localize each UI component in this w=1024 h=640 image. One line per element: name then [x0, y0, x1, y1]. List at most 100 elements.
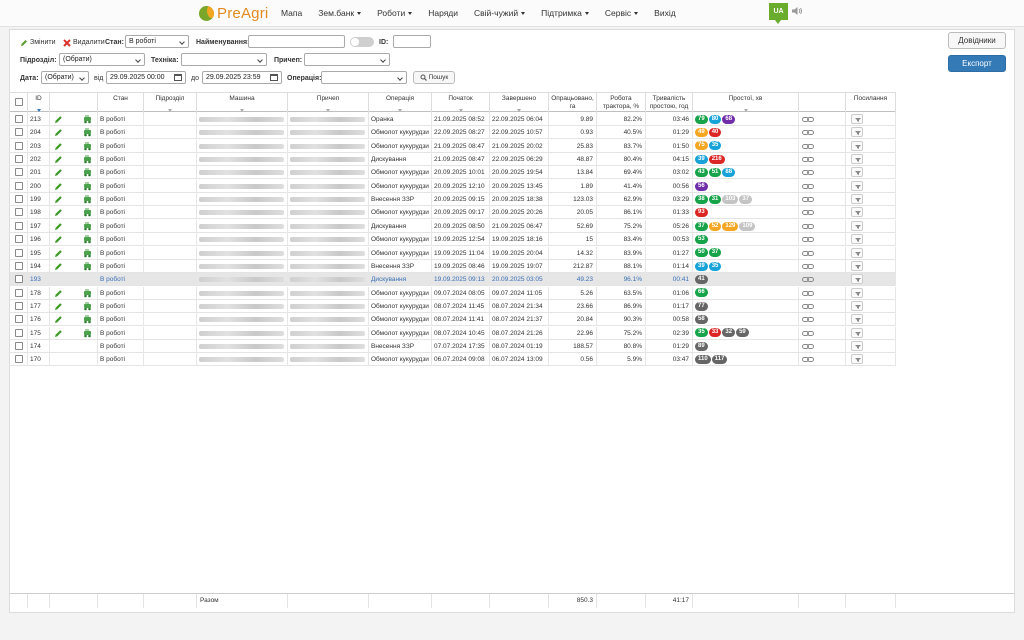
pin-button[interactable]	[851, 354, 863, 365]
row-checkbox[interactable]	[15, 195, 23, 204]
link-chain-icon[interactable]	[802, 236, 814, 243]
delete-button[interactable]: Видалити	[63, 37, 105, 48]
link-chain-icon[interactable]	[802, 330, 814, 337]
link-chain-icon[interactable]	[802, 196, 814, 203]
references-button[interactable]: Довідники	[948, 32, 1006, 49]
sort-arrow-icon[interactable]	[168, 109, 172, 112]
idle-badge[interactable]: 216	[708, 154, 725, 164]
table-row[interactable]: 200 В роботі Обмолот кукурудзи 20.09.2025 1…	[10, 179, 896, 193]
idle-badge[interactable]: 38	[695, 194, 708, 204]
tractor-status-icon[interactable]	[83, 168, 92, 177]
link-chain-icon[interactable]	[802, 183, 814, 190]
sort-arrow-icon[interactable]	[398, 109, 402, 112]
tractor-status-icon[interactable]	[83, 195, 92, 204]
table-row[interactable]: 197 В роботі Дискування 20.09.2025 08:50 21.…	[10, 219, 896, 233]
idle-badge[interactable]: 110	[695, 355, 711, 365]
pin-button[interactable]	[851, 340, 863, 351]
pin-button[interactable]	[851, 314, 863, 325]
idle-badge[interactable]: 80	[708, 114, 722, 124]
link-chain-icon[interactable]	[802, 209, 814, 216]
sort-arrow-icon[interactable]	[240, 109, 244, 112]
nav-item[interactable]: Зем.банк	[310, 0, 369, 27]
operation-select[interactable]	[321, 71, 407, 84]
tractor-status-icon[interactable]	[83, 315, 92, 324]
tractor-status-icon[interactable]	[83, 302, 92, 311]
sort-arrow-icon[interactable]	[326, 109, 330, 112]
link-chain-icon[interactable]	[802, 263, 814, 270]
idle-badge[interactable]: 35	[695, 328, 708, 338]
nav-item[interactable]: Вихід	[646, 0, 684, 27]
table-row[interactable]: 174 В роботі Внесення ЗЗР 07.07.2024 17:35 0…	[10, 339, 896, 353]
idle-badge[interactable]: 32	[722, 328, 736, 338]
link-chain-icon[interactable]	[802, 316, 814, 323]
pin-button[interactable]	[851, 327, 863, 338]
link-chain-icon[interactable]	[802, 129, 814, 136]
row-checkbox[interactable]	[15, 208, 23, 217]
link-chain-icon[interactable]	[802, 290, 814, 297]
edit-pencil-icon[interactable]	[54, 195, 63, 204]
idle-badge[interactable]: 117	[711, 355, 728, 365]
pin-button[interactable]	[851, 207, 863, 218]
nav-item[interactable]: Наряди	[420, 0, 466, 27]
calendar-icon[interactable]	[270, 74, 278, 81]
idle-badge[interactable]: 88	[722, 168, 736, 178]
link-chain-icon[interactable]	[802, 250, 814, 257]
tractor-status-icon[interactable]	[83, 128, 92, 137]
tractor-status-icon[interactable]	[83, 222, 92, 231]
edit-pencil-icon[interactable]	[54, 329, 63, 338]
pin-button[interactable]	[851, 300, 863, 311]
row-checkbox[interactable]	[15, 315, 23, 324]
sort-arrow-icon[interactable]	[36, 109, 41, 112]
nav-item[interactable]: Підтримка	[533, 0, 597, 27]
idle-badge[interactable]: 37	[739, 194, 753, 204]
col-trailer[interactable]: Причеп	[288, 93, 369, 113]
tractor-status-icon[interactable]	[83, 115, 92, 124]
table-row[interactable]: 195 В роботі Обмолот кукурудзи 19.09.2025 1…	[10, 246, 896, 260]
sort-arrow-icon[interactable]	[743, 109, 748, 112]
table-row[interactable]: 194 В роботі Внесення ЗЗР 19.09.2025 08:46 1…	[10, 259, 896, 273]
row-checkbox[interactable]	[15, 221, 23, 230]
row-checkbox[interactable]	[15, 288, 23, 297]
col-start[interactable]: Початок	[432, 93, 490, 113]
tractor-status-icon[interactable]	[83, 182, 92, 191]
table-row[interactable]: 177 В роботі Обмолот кукурудзи 08.07.2024 1…	[10, 299, 896, 313]
edit-pencil-icon[interactable]	[54, 302, 63, 311]
state-select[interactable]: В роботі	[125, 35, 189, 48]
edit-pencil-icon[interactable]	[54, 182, 63, 191]
col-machine[interactable]: Машина	[197, 93, 288, 113]
idle-badge[interactable]: 37	[708, 248, 722, 258]
search-button[interactable]: Пошук	[413, 71, 455, 84]
link-chain-icon[interactable]	[802, 303, 814, 310]
table-row[interactable]: 213 В роботі Оранка 21.09.2025 08:52 22.09.2…	[10, 113, 896, 126]
pin-button[interactable]	[851, 220, 863, 231]
date-from-input[interactable]: 29.09.2025 00:00	[106, 71, 186, 84]
table-row[interactable]: 201 В роботі Обмолот кукурудзи 20.09.2025 1…	[10, 166, 896, 180]
tractor-status-icon[interactable]	[83, 235, 92, 244]
link-chain-icon[interactable]	[802, 116, 814, 123]
row-checkbox[interactable]	[15, 168, 23, 177]
table-row[interactable]: 175 В роботі Обмолот кукурудзи 08.07.2024 1…	[10, 326, 896, 340]
idle-badge[interactable]: 103	[722, 194, 739, 204]
pin-button[interactable]	[851, 180, 863, 191]
link-chain-icon[interactable]	[802, 143, 814, 150]
table-row[interactable]: 198 В роботі Обмолот кукурудзи 20.09.2025 0…	[10, 206, 896, 220]
row-checkbox[interactable]	[15, 235, 23, 244]
idle-badge[interactable]: 129	[722, 221, 739, 231]
col-division[interactable]: Підрозділ	[144, 93, 197, 113]
idle-badge[interactable]: 40	[708, 128, 722, 138]
link-chain-icon[interactable]	[802, 276, 814, 283]
pin-button[interactable]	[851, 167, 863, 178]
edit-pencil-icon[interactable]	[54, 315, 63, 324]
idle-badge[interactable]: 43	[695, 168, 708, 178]
trailer-select[interactable]	[304, 53, 390, 66]
idle-badge[interactable]: 79	[695, 114, 708, 124]
col-operation[interactable]: Операція	[369, 93, 432, 113]
date-preset-select[interactable]: (Обрати)	[41, 71, 89, 84]
pin-button[interactable]	[851, 234, 863, 245]
idle-badge[interactable]: 49	[695, 128, 708, 138]
row-checkbox[interactable]	[15, 141, 23, 150]
row-checkbox[interactable]	[15, 301, 23, 310]
tractor-status-icon[interactable]	[83, 208, 92, 217]
table-row[interactable]: 196 В роботі Обмолот кукурудзи 19.09.2025 1…	[10, 233, 896, 247]
link-chain-icon[interactable]	[802, 356, 814, 363]
